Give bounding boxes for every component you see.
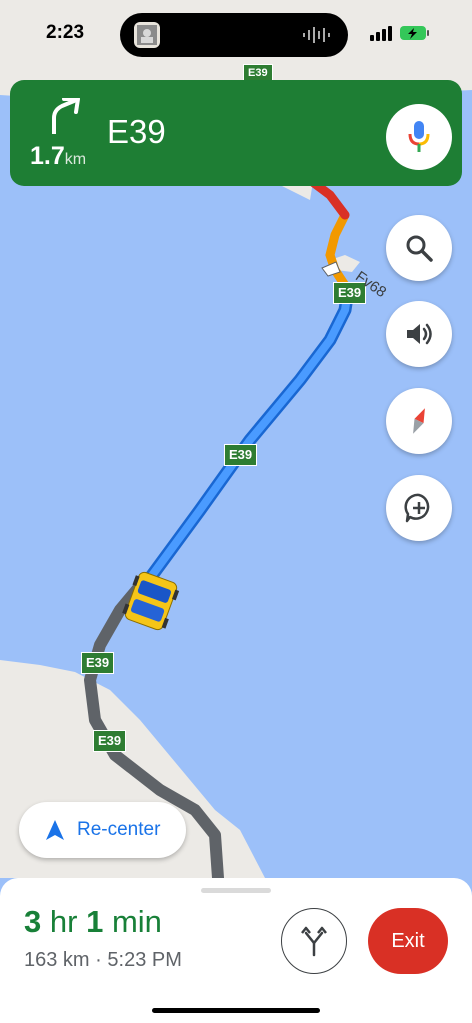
route-shield: E39: [93, 730, 127, 752]
signal-bars-icon: [370, 26, 392, 41]
add-report-button[interactable]: [386, 475, 452, 541]
now-playing-thumbnail-icon: [134, 22, 160, 48]
volume-icon: [407, 323, 432, 345]
trip-separator: ·: [95, 949, 102, 971]
battery-charging-icon: [400, 26, 429, 40]
status-bar: 2:23: [0, 0, 472, 66]
home-indicator[interactable]: [152, 1008, 320, 1013]
route-shield: E39: [81, 652, 115, 674]
search-icon: [406, 235, 433, 262]
audio-waveform-icon: [303, 27, 330, 43]
vehicle-icon: [122, 571, 180, 631]
duration-hours-unit: hr: [49, 904, 78, 939]
compass-icon: [413, 408, 425, 434]
sheet-handle[interactable]: [201, 888, 271, 893]
trip-distance: 163 km: [24, 949, 90, 971]
compass-button[interactable]: [386, 388, 452, 454]
route-shield: E39: [224, 444, 258, 466]
turn-distance-value: 1.7: [30, 142, 65, 170]
add-report-icon: [404, 493, 430, 523]
turn-distance-unit: km: [64, 151, 87, 168]
status-icons: [370, 26, 429, 41]
status-time: 2:23: [46, 22, 85, 43]
navigation-banner[interactable]: 1.7km E39: [10, 80, 462, 186]
trip-sheet[interactable]: 3 hr 1 min 163 km · 5:23 PM Exit: [0, 878, 472, 1023]
trip-details: 163 km · 5:23 PM: [24, 949, 182, 972]
next-road-name: E39: [107, 113, 166, 150]
alternate-routes-icon: [301, 926, 327, 957]
microphone-icon: [408, 121, 430, 152]
recenter-button[interactable]: Re-center: [19, 802, 186, 858]
arrival-time: 5:23 PM: [107, 949, 182, 971]
turn-slight-right-icon: [52, 98, 80, 134]
sound-button[interactable]: [386, 301, 452, 367]
navigation-arrow-icon: [46, 820, 64, 840]
exit-button[interactable]: Exit: [368, 908, 448, 974]
turn-distance: 1.7km: [30, 142, 86, 171]
search-button[interactable]: [386, 215, 452, 281]
dynamic-island[interactable]: [120, 13, 348, 57]
duration-hours: 3: [24, 904, 42, 939]
voice-search-button[interactable]: [386, 104, 452, 170]
recenter-label: Re-center: [77, 819, 161, 840]
alternate-routes-button[interactable]: [281, 908, 347, 974]
duration-minutes: 1: [86, 904, 104, 939]
trip-duration: 3 hr 1 min: [24, 904, 162, 940]
duration-minutes-unit: min: [111, 904, 162, 939]
